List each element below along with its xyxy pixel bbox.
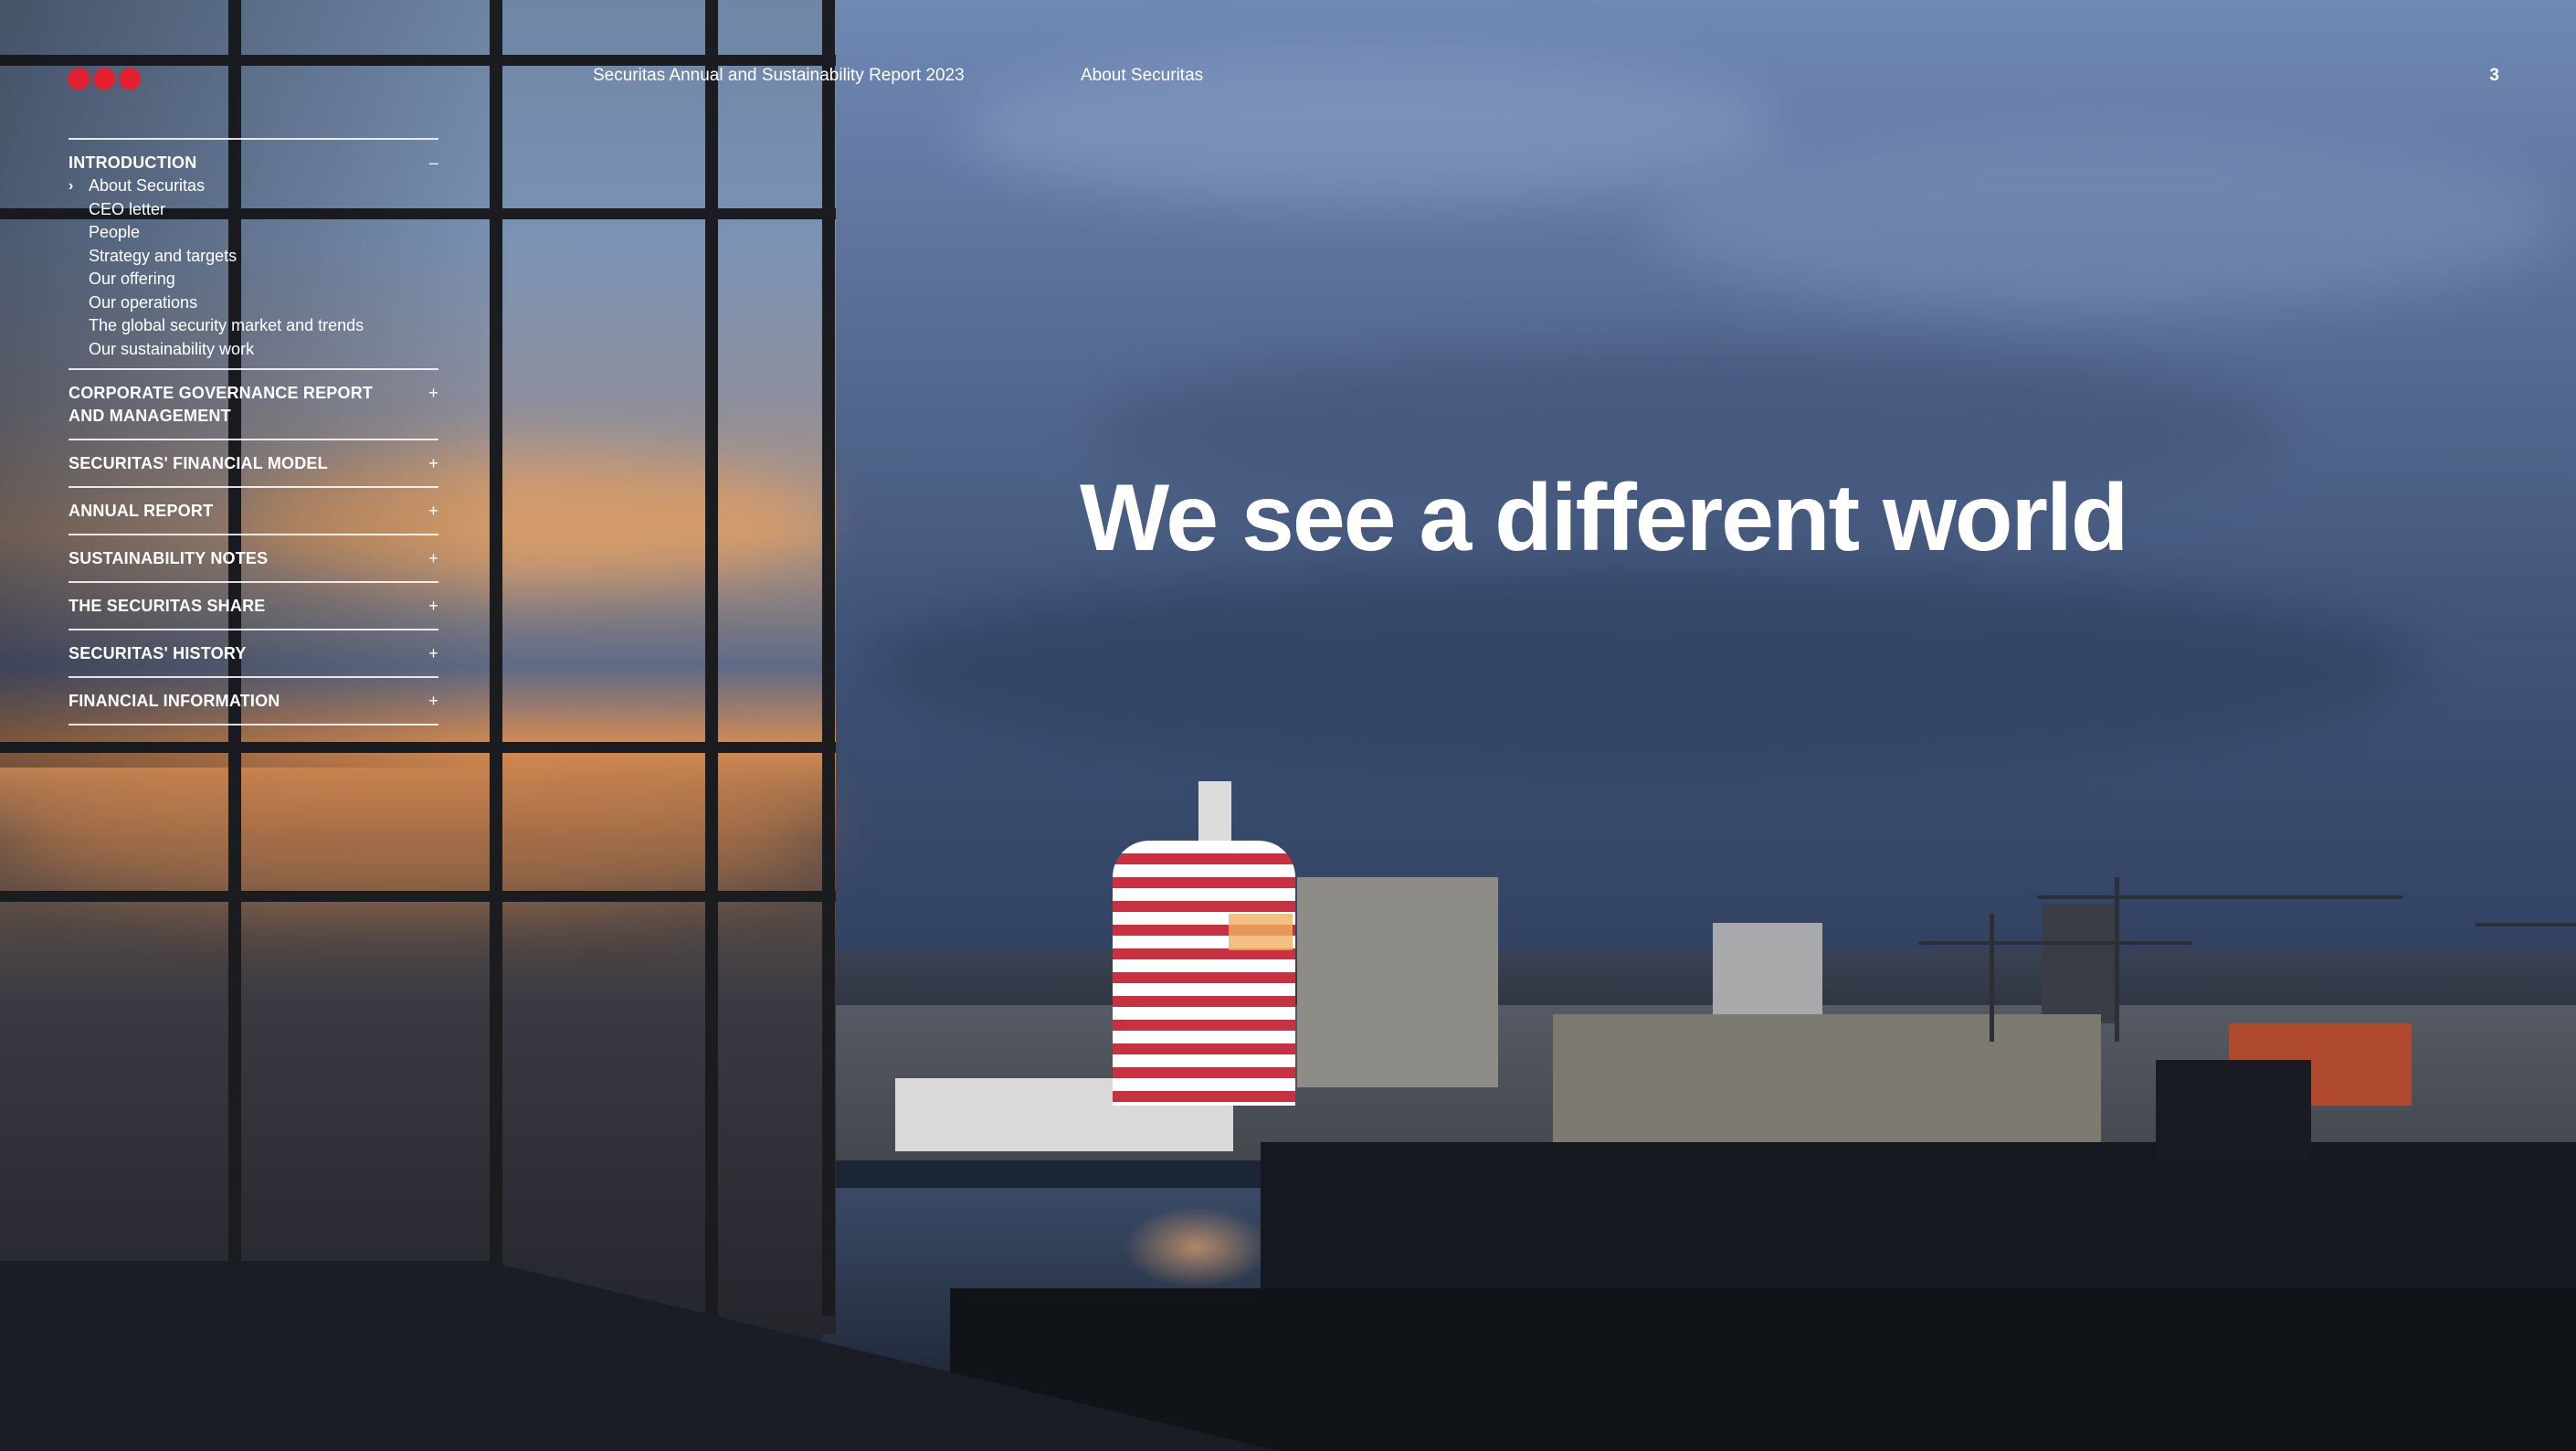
logo-dot-icon xyxy=(93,68,115,90)
nav-item-label: Our sustainability work xyxy=(89,339,255,358)
nav-section-header[interactable]: THE SECURITAS SHARE + xyxy=(69,583,438,629)
nav-section-header[interactable]: SECURITAS' HISTORY + xyxy=(69,630,438,676)
nav-section-introduction: INTRODUCTION – › About Securitas CEO let… xyxy=(69,138,438,368)
nav-item-label: Our offering xyxy=(89,270,175,288)
nav-item-label: Strategy and targets xyxy=(89,246,238,265)
nav-item-label: The global security market and trends xyxy=(89,316,364,334)
nav-item-sustainability-work[interactable]: Our sustainability work xyxy=(69,338,438,362)
nav-section-governance: CORPORATE GOVERNANCE REPORT AND MANAGEME… xyxy=(69,368,438,439)
nav-section-header[interactable]: ANNUAL REPORT + xyxy=(69,488,438,534)
nav-item-people[interactable]: People xyxy=(69,221,438,245)
section-title: About Securitas xyxy=(1081,66,1204,85)
lookout-tower xyxy=(1113,841,1295,1106)
nav-section-header[interactable]: SUSTAINABILITY NOTES + xyxy=(69,535,438,581)
nav-item-label: Our operations xyxy=(89,292,198,312)
collapse-icon[interactable]: – xyxy=(426,152,438,175)
expand-icon[interactable]: + xyxy=(426,547,438,570)
expand-icon[interactable]: + xyxy=(426,452,438,475)
expand-icon[interactable]: + xyxy=(426,382,438,405)
logo-dot-icon xyxy=(119,68,141,90)
nav-item-strategy[interactable]: Strategy and targets xyxy=(69,245,438,269)
chevron-right-icon: › xyxy=(69,178,74,194)
nav-section-label: THE SECURITAS SHARE xyxy=(69,597,266,615)
expand-icon[interactable]: + xyxy=(426,595,438,618)
nav-section-label: FINANCIAL INFORMATION xyxy=(69,692,280,710)
nav-section-financial-information: FINANCIAL INFORMATION + xyxy=(69,676,438,726)
nav-item-operations[interactable]: Our operations xyxy=(69,291,438,315)
nav-item-ceo-letter[interactable]: CEO letter xyxy=(69,198,438,222)
expand-icon[interactable]: + xyxy=(426,690,438,713)
nav-section-label: INTRODUCTION xyxy=(69,154,197,172)
nav-section-label: SECURITAS' FINANCIAL MODEL xyxy=(69,454,328,472)
nav-item-label: CEO letter xyxy=(89,199,166,218)
nav-item-label: About Securitas xyxy=(89,176,206,195)
nav-section-annual-report: ANNUAL REPORT + xyxy=(69,486,438,534)
page-headline: We see a different world xyxy=(1080,465,2128,571)
table-of-contents: INTRODUCTION – › About Securitas CEO let… xyxy=(69,138,438,726)
logo-dot-icon xyxy=(68,68,90,90)
nav-section-label: SUSTAINABILITY NOTES xyxy=(69,549,269,567)
nav-sublist: › About Securitas CEO letter People Stra… xyxy=(69,175,438,368)
nav-section-label: SECURITAS' HISTORY xyxy=(69,644,247,662)
nav-section-header[interactable]: CORPORATE GOVERNANCE REPORT AND MANAGEME… xyxy=(69,370,438,439)
nav-section-header[interactable]: INTRODUCTION – xyxy=(69,140,438,175)
securitas-logo[interactable] xyxy=(68,68,141,90)
expand-icon[interactable]: + xyxy=(426,642,438,665)
report-title[interactable]: Securitas Annual and Sustainability Repo… xyxy=(593,66,965,86)
nav-section-sustainability-notes: SUSTAINABILITY NOTES + xyxy=(69,534,438,581)
nav-section-label: CORPORATE GOVERNANCE REPORT AND MANAGEME… xyxy=(69,384,374,425)
nav-item-about-securitas[interactable]: › About Securitas xyxy=(69,175,438,198)
nav-item-label: People xyxy=(89,223,141,241)
nav-item-market-trends[interactable]: The global security market and trends xyxy=(69,314,438,338)
nav-section-history: SECURITAS' HISTORY + xyxy=(69,629,438,676)
nav-section-share: THE SECURITAS SHARE + xyxy=(69,581,438,629)
nav-section-financial-model: SECURITAS' FINANCIAL MODEL + xyxy=(69,439,438,486)
nav-section-header[interactable]: SECURITAS' FINANCIAL MODEL + xyxy=(69,440,438,486)
nav-section-label: ANNUAL REPORT xyxy=(69,502,214,520)
nav-section-header[interactable]: FINANCIAL INFORMATION + xyxy=(69,678,438,724)
nav-item-offering[interactable]: Our offering xyxy=(69,268,438,291)
expand-icon[interactable]: + xyxy=(426,500,438,523)
page-number: 3 xyxy=(2489,66,2499,85)
